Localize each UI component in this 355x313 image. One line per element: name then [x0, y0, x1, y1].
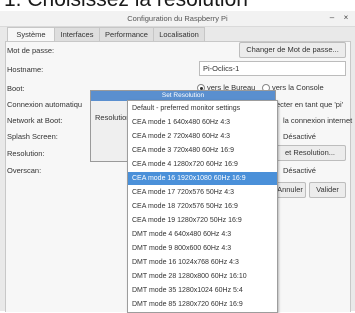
boot-label: Boot: — [7, 84, 25, 93]
overscan-label: Overscan: — [7, 166, 42, 175]
resolution-option[interactable]: CEA mode 1 640x480 60Hz 4:3 — [128, 116, 277, 129]
resolution-label: Resolution: — [7, 149, 45, 158]
resolution-option[interactable]: CEA mode 4 1280x720 60Hz 16:9 — [128, 158, 277, 171]
boot-console-label: vers la Console — [272, 83, 324, 92]
overscan-option[interactable]: Désactivé — [283, 166, 316, 175]
resolution-option[interactable]: DMT mode 4 640x480 60Hz 4:3 — [128, 228, 277, 241]
tab-performance[interactable]: Performance — [99, 27, 154, 41]
resolution-option[interactable]: CEA mode 2 720x480 60Hz 4:3 — [128, 130, 277, 143]
hostname-input[interactable]: Pi-Oclics-1 — [199, 61, 346, 76]
resolution-option[interactable]: CEA mode 17 720x576 50Hz 4:3 — [128, 186, 277, 199]
change-password-button[interactable]: Changer de Mot de passe... — [239, 42, 346, 58]
resolution-option[interactable]: CEA mode 19 1280x720 50Hz 16:9 — [128, 214, 277, 227]
autologin-label: Connexion automatiqu — [7, 100, 83, 109]
autologin-option[interactable]: ecter en tant que 'pi' — [276, 100, 343, 109]
resolution-option[interactable]: DMT mode 85 1280x720 60Hz 16:9 — [128, 298, 277, 311]
network-at-boot-option[interactable]: la connexion internet — [283, 116, 352, 125]
resolution-option-selected[interactable]: CEA mode 16 1920x1080 60Hz 16:9 — [128, 172, 277, 185]
password-label: Mot de passe: — [7, 46, 55, 55]
tab-interfaces[interactable]: Interfaces — [54, 27, 100, 41]
resolution-option[interactable]: DMT mode 35 1280x1024 60Hz 5:4 — [128, 284, 277, 297]
tab-localisation[interactable]: Localisation — [153, 27, 205, 41]
window-title: Configuration du Raspberry Pi — [127, 14, 228, 23]
splash-screen-option[interactable]: Désactivé — [283, 132, 316, 141]
set-resolution-button[interactable]: et Resolution... — [274, 145, 346, 161]
window-titlebar: Configuration du Raspberry Pi – × — [0, 11, 355, 27]
resolution-option[interactable]: DMT mode 16 1024x768 60Hz 4:3 — [128, 256, 277, 269]
close-icon[interactable]: × — [341, 12, 351, 24]
resolution-option[interactable]: CEA mode 3 720x480 60Hz 16:9 — [128, 144, 277, 157]
splash-screen-label: Splash Screen: — [7, 132, 58, 141]
tutorial-caption: 1. Choisissez la résolution — [0, 0, 355, 11]
resolution-option[interactable]: CEA mode 18 720x576 50Hz 16:9 — [128, 200, 277, 213]
cancel-button[interactable]: Annuler — [274, 182, 306, 198]
resolution-option[interactable]: DMT mode 28 1280x800 60Hz 16:10 — [128, 270, 277, 283]
tab-systeme[interactable]: Système — [7, 27, 55, 42]
minimize-icon[interactable]: – — [327, 12, 337, 24]
resolution-option[interactable]: DMT mode 9 800x600 60Hz 4:3 — [128, 242, 277, 255]
network-at-boot-label: Network at Boot: — [7, 116, 63, 125]
hostname-label: Hostname: — [7, 65, 44, 74]
resolution-option[interactable]: Default - preferred monitor settings — [128, 102, 277, 115]
resolution-dropdown-list[interactable]: Default - preferred monitor settings CEA… — [127, 100, 278, 313]
ok-button[interactable]: Valider — [309, 182, 346, 198]
